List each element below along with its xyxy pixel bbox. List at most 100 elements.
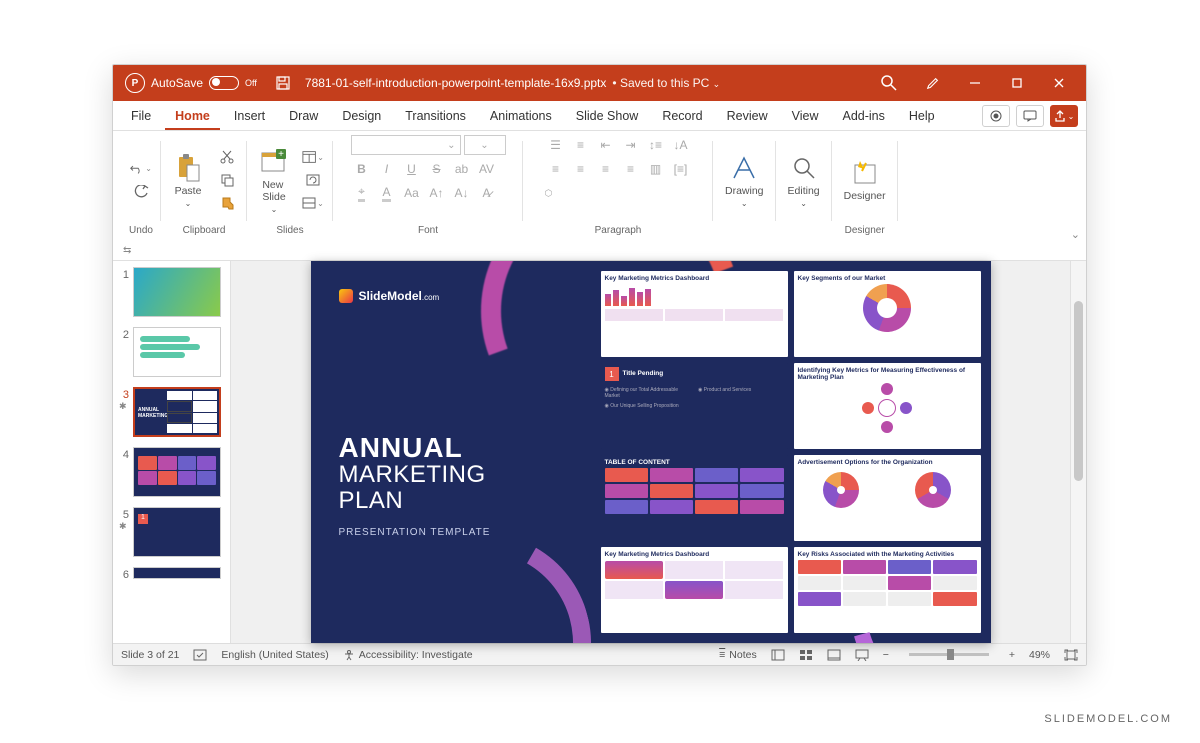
maximize-button[interactable] [996, 65, 1038, 101]
bold-button[interactable]: B [351, 159, 373, 179]
comments-button[interactable] [1016, 105, 1044, 127]
tab-review[interactable]: Review [717, 103, 778, 130]
tab-help[interactable]: Help [899, 103, 945, 130]
slide-position[interactable]: Slide 3 of 21 [121, 649, 179, 661]
designer-button[interactable]: Designer [838, 156, 892, 204]
underline-button[interactable]: U [401, 159, 423, 179]
pen-icon[interactable] [912, 65, 954, 101]
fit-window-button[interactable] [1064, 649, 1078, 661]
workspace: 1 2 3✱ANNUALMARKETING 4 5✱1 6 SlideModel… [113, 261, 1086, 643]
bullets-button[interactable]: ☰ [545, 135, 567, 155]
current-slide[interactable]: SlideModel.com ANNUAL MARKETING PLAN PRE… [311, 261, 991, 643]
language-status[interactable]: English (United States) [221, 649, 328, 661]
slide-thumbnail-1[interactable] [133, 267, 221, 317]
zoom-in-button[interactable]: + [1009, 649, 1015, 661]
tab-addins[interactable]: Add-ins [832, 103, 894, 130]
vertical-scrollbar[interactable] [1070, 261, 1086, 643]
save-status[interactable]: • Saved to this PC ⌄ [612, 76, 720, 90]
justify-button[interactable]: ≡ [620, 159, 642, 179]
align-text-button[interactable]: [≡] [670, 159, 692, 179]
tab-design[interactable]: Design [332, 103, 391, 130]
sorter-view-button[interactable] [799, 649, 813, 661]
section-button[interactable]: ⌄ [302, 193, 324, 213]
close-button[interactable] [1038, 65, 1080, 101]
tab-transitions[interactable]: Transitions [395, 103, 476, 130]
strike-button[interactable]: S [426, 159, 448, 179]
tab-draw[interactable]: Draw [279, 103, 328, 130]
copy-button[interactable] [216, 170, 238, 190]
slide-thumbnail-3[interactable]: ANNUALMARKETING [133, 387, 221, 437]
tab-insert[interactable]: Insert [224, 103, 275, 130]
notes-button[interactable]: ≡Notes [719, 649, 757, 661]
align-left-button[interactable]: ≡ [545, 159, 567, 179]
text-direction-button[interactable]: ↓A [670, 135, 692, 155]
align-right-button[interactable]: ≡ [595, 159, 617, 179]
font-family-select[interactable]: ⌄ [351, 135, 461, 155]
slide-thumbnail-6[interactable] [133, 567, 221, 579]
titlebar: P AutoSave Off 7881-01-self-introduction… [113, 65, 1086, 101]
paste-button[interactable]: Paste⌄ [167, 151, 209, 210]
reset-button[interactable] [302, 170, 324, 190]
smartart-button[interactable]: ⬡ [545, 183, 553, 203]
redo-button[interactable] [130, 182, 152, 202]
toggle-switch[interactable] [209, 76, 239, 90]
group-paragraph: ☰ ≡ ⇤ ⇥ ↕≡ ↓A ≡ ≡ ≡ ≡ ▥ [≡] ⬡ [523, 135, 713, 239]
search-icon[interactable] [880, 74, 898, 92]
spell-check-icon[interactable] [193, 649, 207, 661]
group-font: ⌄ ⌄ B I U S ab AV ⌖ A Aa A↑ A↓ A̷ [333, 135, 523, 239]
tab-file[interactable]: File [121, 103, 161, 130]
shrink-font-button[interactable]: A↓ [451, 183, 473, 203]
zoom-slider[interactable] [909, 653, 989, 656]
zoom-value[interactable]: 49% [1029, 649, 1050, 661]
line-spacing-button[interactable]: ↕≡ [645, 135, 667, 155]
indent-dec-button[interactable]: ⇤ [595, 135, 617, 155]
numbering-button[interactable]: ≡ [570, 135, 592, 155]
clear-format-button[interactable]: A̷ [476, 183, 498, 203]
save-icon[interactable] [275, 75, 291, 91]
columns-button[interactable]: ▥ [645, 159, 667, 179]
app-icon: P [125, 73, 145, 93]
group-label-designer: Designer [845, 225, 885, 239]
tab-view[interactable]: View [782, 103, 829, 130]
format-painter-button[interactable] [216, 193, 238, 213]
slide-thumbnail-4[interactable] [133, 447, 221, 497]
font-size-select[interactable]: ⌄ [464, 135, 506, 155]
camera-button[interactable] [982, 105, 1010, 127]
editing-button[interactable]: Editing⌄ [782, 151, 826, 210]
thumb-number: 6 [117, 567, 129, 581]
thumbnail-panel[interactable]: 1 2 3✱ANNUALMARKETING 4 5✱1 6 [113, 261, 231, 643]
slideshow-button[interactable] [855, 649, 869, 661]
slide-thumbnail-5[interactable]: 1 [133, 507, 221, 557]
accessibility-status[interactable]: Accessibility: Investigate [343, 649, 473, 661]
shadow-button[interactable]: ab [451, 159, 473, 179]
normal-view-button[interactable] [771, 649, 785, 661]
highlight-button[interactable]: ⌖ [351, 183, 373, 203]
new-slide-button[interactable]: + New Slide⌄ [253, 145, 295, 216]
slide-canvas[interactable]: SlideModel.com ANNUAL MARKETING PLAN PRE… [231, 261, 1070, 643]
slide-thumbnail-2[interactable] [133, 327, 221, 377]
tab-record[interactable]: Record [652, 103, 712, 130]
reading-view-button[interactable] [827, 649, 841, 661]
thumb-number: 2 [117, 327, 129, 341]
change-case-button[interactable]: Aa [401, 183, 423, 203]
zoom-out-button[interactable]: − [883, 649, 889, 661]
tab-home[interactable]: Home [165, 103, 220, 130]
italic-button[interactable]: I [376, 159, 398, 179]
collapse-ribbon-button[interactable]: ⌄ [1071, 228, 1080, 241]
minimize-button[interactable] [954, 65, 996, 101]
cut-button[interactable] [216, 147, 238, 167]
autosave-toggle[interactable]: AutoSave Off [151, 76, 257, 90]
share-button[interactable]: ⌄ [1050, 105, 1078, 127]
drawing-button[interactable]: Drawing⌄ [719, 151, 770, 210]
layout-button[interactable]: ⌄ [302, 147, 324, 167]
spacing-button[interactable]: AV [476, 159, 498, 179]
tab-slideshow[interactable]: Slide Show [566, 103, 649, 130]
align-center-button[interactable]: ≡ [570, 159, 592, 179]
thumb-number: 5 [117, 507, 129, 521]
font-color-button[interactable]: A [376, 183, 398, 203]
tab-animations[interactable]: Animations [480, 103, 562, 130]
indent-inc-button[interactable]: ⇥ [620, 135, 642, 155]
grow-font-button[interactable]: A↑ [426, 183, 448, 203]
undo-button[interactable]: ⌄ [130, 159, 152, 179]
qat-overflow-icon[interactable]: ⇆ [123, 245, 131, 256]
